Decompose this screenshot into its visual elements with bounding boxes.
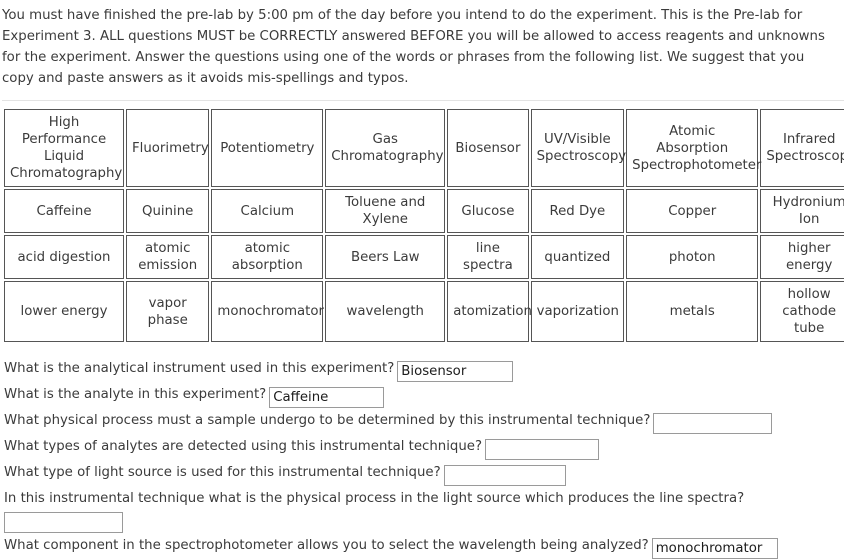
wordbank-cell: Gas Chromatography — [325, 109, 446, 187]
table-row: High Performance Liquid Chromatography F… — [4, 109, 844, 187]
question-label-2: What is the analyte in this experiment? — [4, 387, 267, 402]
wordbank-cell: acid digestion — [4, 235, 124, 279]
answer-input-4[interactable] — [485, 439, 600, 460]
question-row-3: What physical process must a sample unde… — [4, 410, 844, 434]
wordbank-cell: Calcium — [211, 189, 324, 233]
wordbank-cell: hollow cathode tube — [760, 281, 844, 342]
question-label-3: What physical process must a sample unde… — [4, 413, 651, 428]
wordbank-cell: Copper — [626, 189, 759, 233]
question-row-7: What component in the spectrophotometer … — [4, 535, 844, 559]
question-row-5: What type of light source is used for th… — [4, 462, 844, 486]
question-row-2: What is the analyte in this experiment? — [4, 384, 844, 408]
wordbank-cell: vapor phase — [126, 281, 210, 342]
wordbank-cell: Caffeine — [4, 189, 124, 233]
wordbank-cell: Red Dye — [530, 189, 625, 233]
answer-input-7[interactable] — [651, 538, 778, 559]
questions-form: What is the analytical instrument used i… — [2, 358, 844, 559]
answer-input-6[interactable] — [4, 512, 123, 533]
wordbank-cell: quantized — [530, 235, 625, 279]
wordbank-cell: Glucose — [447, 189, 529, 233]
wordbank-cell: Beers Law — [325, 235, 446, 279]
wordbank-cell: Potentiometry — [211, 109, 324, 187]
wordbank-cell: High Performance Liquid Chromatography — [4, 109, 124, 187]
wordbank-cell: UV/Visible Spectroscopy — [530, 109, 626, 187]
wordbank-table: High Performance Liquid Chromatography F… — [2, 107, 844, 344]
wordbank-cell: Atomic Absorption Spectrophotometer — [626, 109, 761, 187]
question-label-1: What is the analytical instrument used i… — [4, 361, 395, 376]
wordbank-cell: Fluorimetry — [126, 109, 210, 187]
wordbank-cell: vaporization — [530, 281, 625, 342]
question-label-7: What component in the spectrophotometer … — [4, 538, 649, 553]
question-label-4: What types of analytes are detected usin… — [4, 439, 483, 454]
intro-paragraph: You must have finished the pre-lab by 5:… — [2, 8, 825, 86]
question-row-6: In this instrumental technique what is t… — [4, 488, 844, 533]
answer-input-3[interactable] — [653, 413, 773, 434]
wordbank-cell: atomic emission — [126, 235, 210, 279]
wordbank-cell: atomization — [447, 281, 532, 342]
prelab-page: You must have finished the pre-lab by 5:… — [0, 0, 844, 559]
answer-input-5[interactable] — [443, 465, 566, 486]
question-label-6: In this instrumental technique what is t… — [4, 491, 745, 506]
wordbank-cell: Infrared Spectroscopy — [760, 109, 844, 187]
wordbank-cell: Hydronium Ion — [760, 189, 844, 233]
wordbank-cell: Toluene and Xylene — [325, 189, 446, 233]
wordbank-cell: Quinine — [126, 189, 210, 233]
wordbank-cell: lower energy — [4, 281, 124, 342]
wordbank-cell: Biosensor — [447, 109, 529, 187]
wordbank-cell: higher energy — [760, 235, 844, 279]
question-row-1: What is the analytical instrument used i… — [4, 358, 844, 382]
question-row-4: What types of analytes are detected usin… — [4, 436, 844, 460]
wordbank-cell: photon — [626, 235, 759, 279]
table-row: lower energy vapor phase monochromator w… — [4, 281, 844, 342]
wordbank-body: High Performance Liquid Chromatography F… — [4, 109, 844, 342]
wordbank-cell: metals — [626, 281, 759, 342]
question-label-5: What type of light source is used for th… — [4, 465, 441, 480]
wordbank-cell: atomic absorption — [211, 235, 324, 279]
wordbank-section: High Performance Liquid Chromatography F… — [2, 100, 844, 344]
table-row: Caffeine Quinine Calcium Toluene and Xyl… — [4, 189, 844, 233]
answer-input-2[interactable] — [269, 387, 385, 408]
wordbank-cell: line spectra — [447, 235, 529, 279]
table-row: acid digestion atomic emission atomic ab… — [4, 235, 844, 279]
wordbank-cell: monochromator — [211, 281, 324, 342]
wordbank-cell: wavelength — [325, 281, 446, 342]
answer-input-1[interactable] — [397, 361, 514, 382]
